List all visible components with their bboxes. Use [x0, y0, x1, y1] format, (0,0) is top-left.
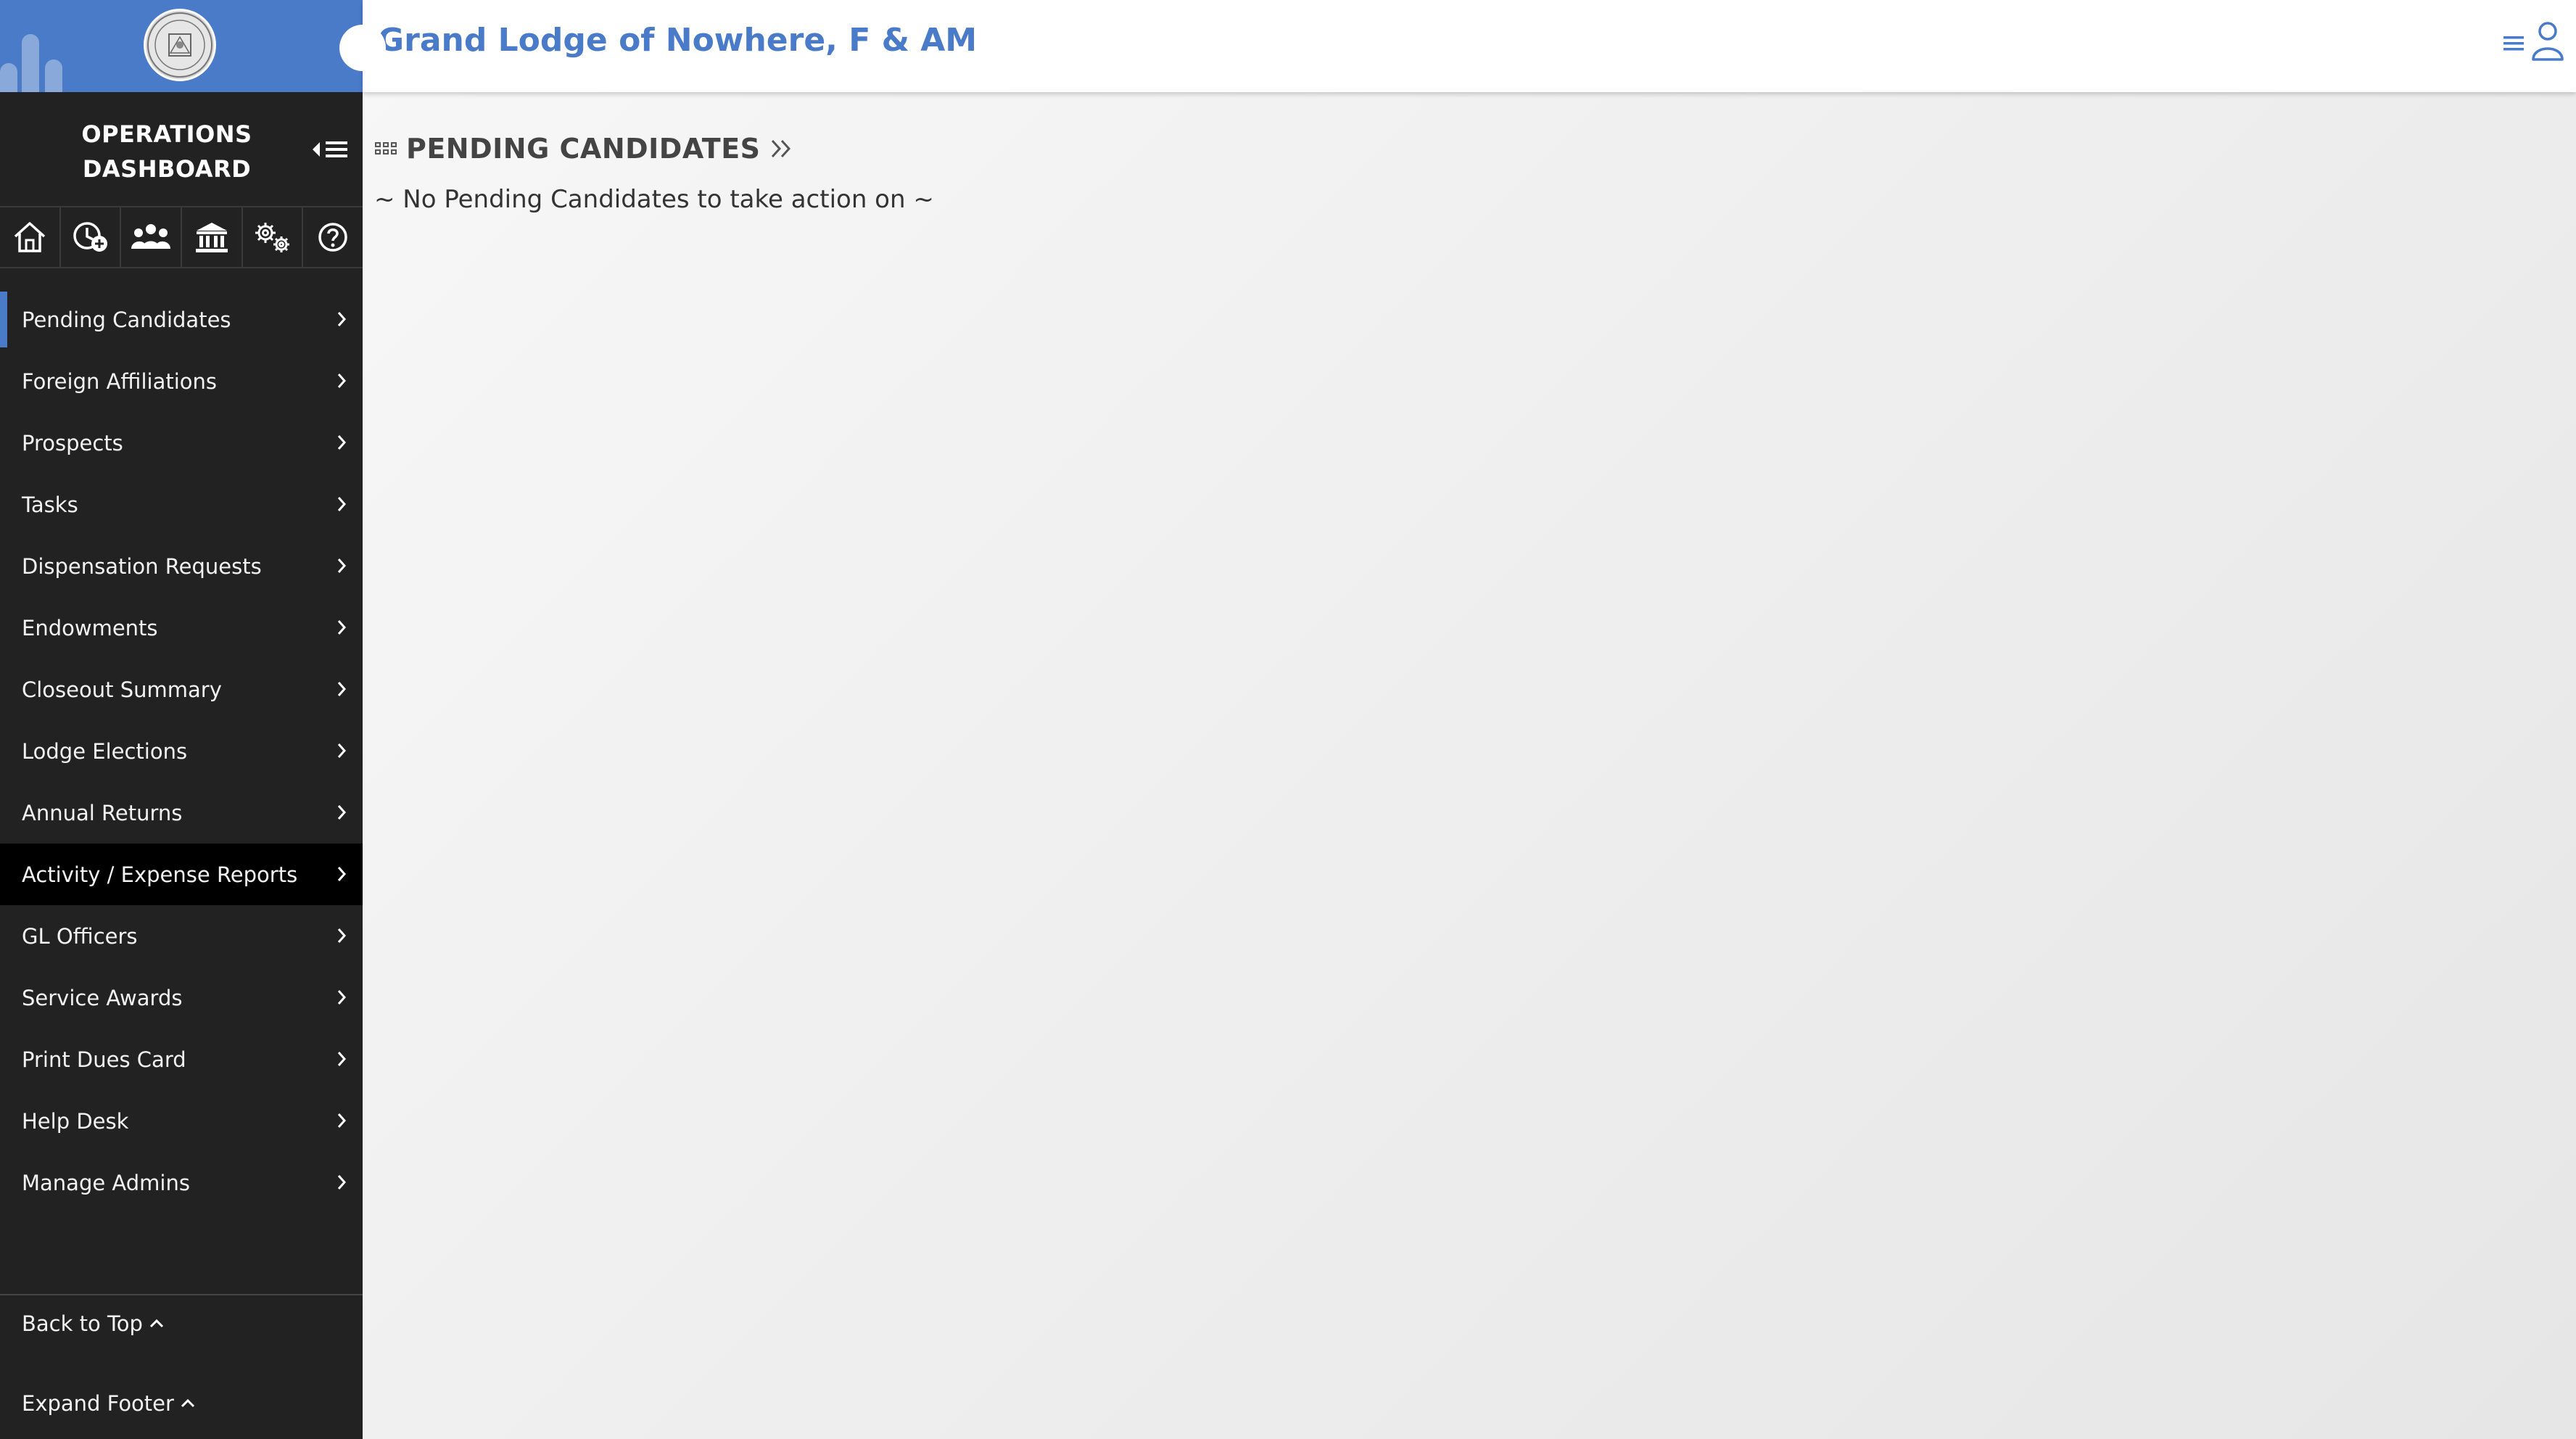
- user-icon: [2532, 22, 2564, 61]
- grid-icon: [375, 142, 397, 154]
- chevron-right-icon: [337, 558, 347, 573]
- hamburger-menu-icon: [2503, 36, 2524, 51]
- sidebar-item-label: Closeout Summary: [22, 677, 222, 702]
- chevron-right-icon: [337, 435, 347, 450]
- chevron-right-icon: [337, 312, 347, 326]
- user-account-button[interactable]: [2531, 20, 2564, 65]
- empty-state-message: ~ No Pending Candidates to take action o…: [374, 185, 934, 214]
- site-title[interactable]: Grand Lodge of Nowhere, F & AM: [378, 22, 977, 59]
- dashboard-title-line1: OPERATIONS: [81, 120, 252, 148]
- back-to-top-label: Back to Top: [22, 1311, 143, 1336]
- chevron-right-icon: [337, 1113, 347, 1128]
- add-time-button[interactable]: [61, 207, 122, 267]
- settings-gears-icon: [255, 223, 289, 252]
- lodge-button[interactable]: [182, 207, 243, 267]
- sidebar-item-print-dues-card[interactable]: Print Dues Card: [0, 1028, 363, 1090]
- sidebar-nav: Pending Candidates Foreign Affiliations …: [0, 289, 363, 1213]
- sidebar-item-closeout-summary[interactable]: Closeout Summary: [0, 659, 363, 720]
- add-time-icon: [73, 222, 107, 252]
- top-bar: Grand Lodge of Nowhere, F & AM: [363, 0, 2576, 92]
- logo-area: [0, 0, 363, 92]
- chevron-right-icon: [337, 743, 347, 758]
- sidebar-divider: [0, 1294, 363, 1295]
- chevron-right-icon: [337, 928, 347, 943]
- sidebar-item-label: Activity / Expense Reports: [22, 862, 298, 887]
- section-title: PENDING CANDIDATES: [406, 133, 761, 165]
- help-button[interactable]: [303, 207, 363, 267]
- dashboard-header: OPERATIONS DASHBOARD: [0, 92, 363, 206]
- lodge-building-icon: [195, 223, 228, 252]
- dashboard-title-line2: DASHBOARD: [82, 155, 252, 183]
- sidebar-item-endowments[interactable]: Endowments: [0, 597, 363, 659]
- sidebar-item-label: Foreign Affiliations: [22, 368, 218, 394]
- sidebar-item-label: Help Desk: [22, 1108, 129, 1134]
- sidebar-item-label: Pending Candidates: [22, 307, 231, 332]
- sidebar-toggle-handle[interactable]: [339, 25, 386, 71]
- sidebar-item-label: Tasks: [22, 492, 78, 517]
- chevron-up-icon: [149, 1319, 163, 1328]
- sidebar-item-label: Print Dues Card: [22, 1047, 186, 1072]
- chevron-right-icon: [337, 374, 347, 388]
- home-button[interactable]: [0, 207, 61, 267]
- sidebar-item-tasks[interactable]: Tasks: [0, 474, 363, 535]
- section-header: PENDING CANDIDATES: [374, 133, 794, 165]
- sidebar-item-label: Prospects: [22, 430, 123, 455]
- collapse-menu-icon: [313, 141, 347, 157]
- members-icon: [131, 224, 171, 249]
- dashboard-title: OPERATIONS DASHBOARD: [58, 117, 276, 186]
- sidebar-item-foreign-affiliations[interactable]: Foreign Affiliations: [0, 350, 363, 412]
- chevron-right-icon: [337, 497, 347, 511]
- chevron-right-icon: [337, 1175, 347, 1189]
- chevron-right-icon: [337, 1052, 347, 1066]
- sidebar: OPERATIONS DASHBOARD Pending Candidates …: [0, 0, 363, 1439]
- sidebar-item-annual-returns[interactable]: Annual Returns: [0, 782, 363, 844]
- help-icon: [318, 223, 347, 252]
- sidebar-item-label: Lodge Elections: [22, 738, 188, 764]
- sidebar-item-label: Dispensation Requests: [22, 553, 262, 579]
- expand-footer-link[interactable]: Expand Footer: [22, 1391, 196, 1416]
- sidebar-item-gl-officers[interactable]: GL Officers: [0, 905, 363, 967]
- chevron-right-icon: [337, 620, 347, 635]
- back-to-top-link[interactable]: Back to Top: [22, 1311, 165, 1336]
- grand-lodge-seal-logo[interactable]: [144, 9, 216, 81]
- chevron-right-icon: [337, 682, 347, 696]
- sidebar-item-manage-admins[interactable]: Manage Admins: [0, 1152, 363, 1213]
- sidebar-item-lodge-elections[interactable]: Lodge Elections: [0, 720, 363, 782]
- sidebar-item-help-desk[interactable]: Help Desk: [0, 1090, 363, 1152]
- sidebar-item-label: Annual Returns: [22, 800, 183, 825]
- sidebar-item-label: Service Awards: [22, 985, 183, 1010]
- members-button[interactable]: [121, 207, 183, 267]
- sidebar-item-dispensation-requests[interactable]: Dispensation Requests: [0, 535, 363, 597]
- collapse-sidebar-button[interactable]: [310, 135, 350, 164]
- double-chevron-right-icon[interactable]: [769, 138, 794, 160]
- chevron-right-icon: [337, 867, 347, 881]
- sidebar-item-label: Endowments: [22, 615, 158, 640]
- sidebar-item-label: GL Officers: [22, 923, 138, 949]
- hamburger-menu-button[interactable]: [2502, 32, 2525, 58]
- quick-icon-bar: [0, 206, 363, 268]
- sidebar-item-label: Manage Admins: [22, 1170, 190, 1195]
- chevron-right-icon: [337, 990, 347, 1005]
- sidebar-item-pending-candidates[interactable]: Pending Candidates: [0, 289, 363, 350]
- main-content: PENDING CANDIDATES ~ No Pending Candidat…: [363, 92, 2576, 1439]
- chevron-right-icon: [337, 805, 347, 820]
- sidebar-item-prospects[interactable]: Prospects: [0, 412, 363, 474]
- chevron-up-icon: [181, 1398, 195, 1408]
- expand-footer-label: Expand Footer: [22, 1391, 174, 1416]
- sidebar-item-service-awards[interactable]: Service Awards: [0, 967, 363, 1028]
- settings-button[interactable]: [243, 207, 304, 267]
- home-icon: [14, 222, 45, 252]
- sidebar-item-activity-expense-reports[interactable]: Activity / Expense Reports: [0, 844, 363, 905]
